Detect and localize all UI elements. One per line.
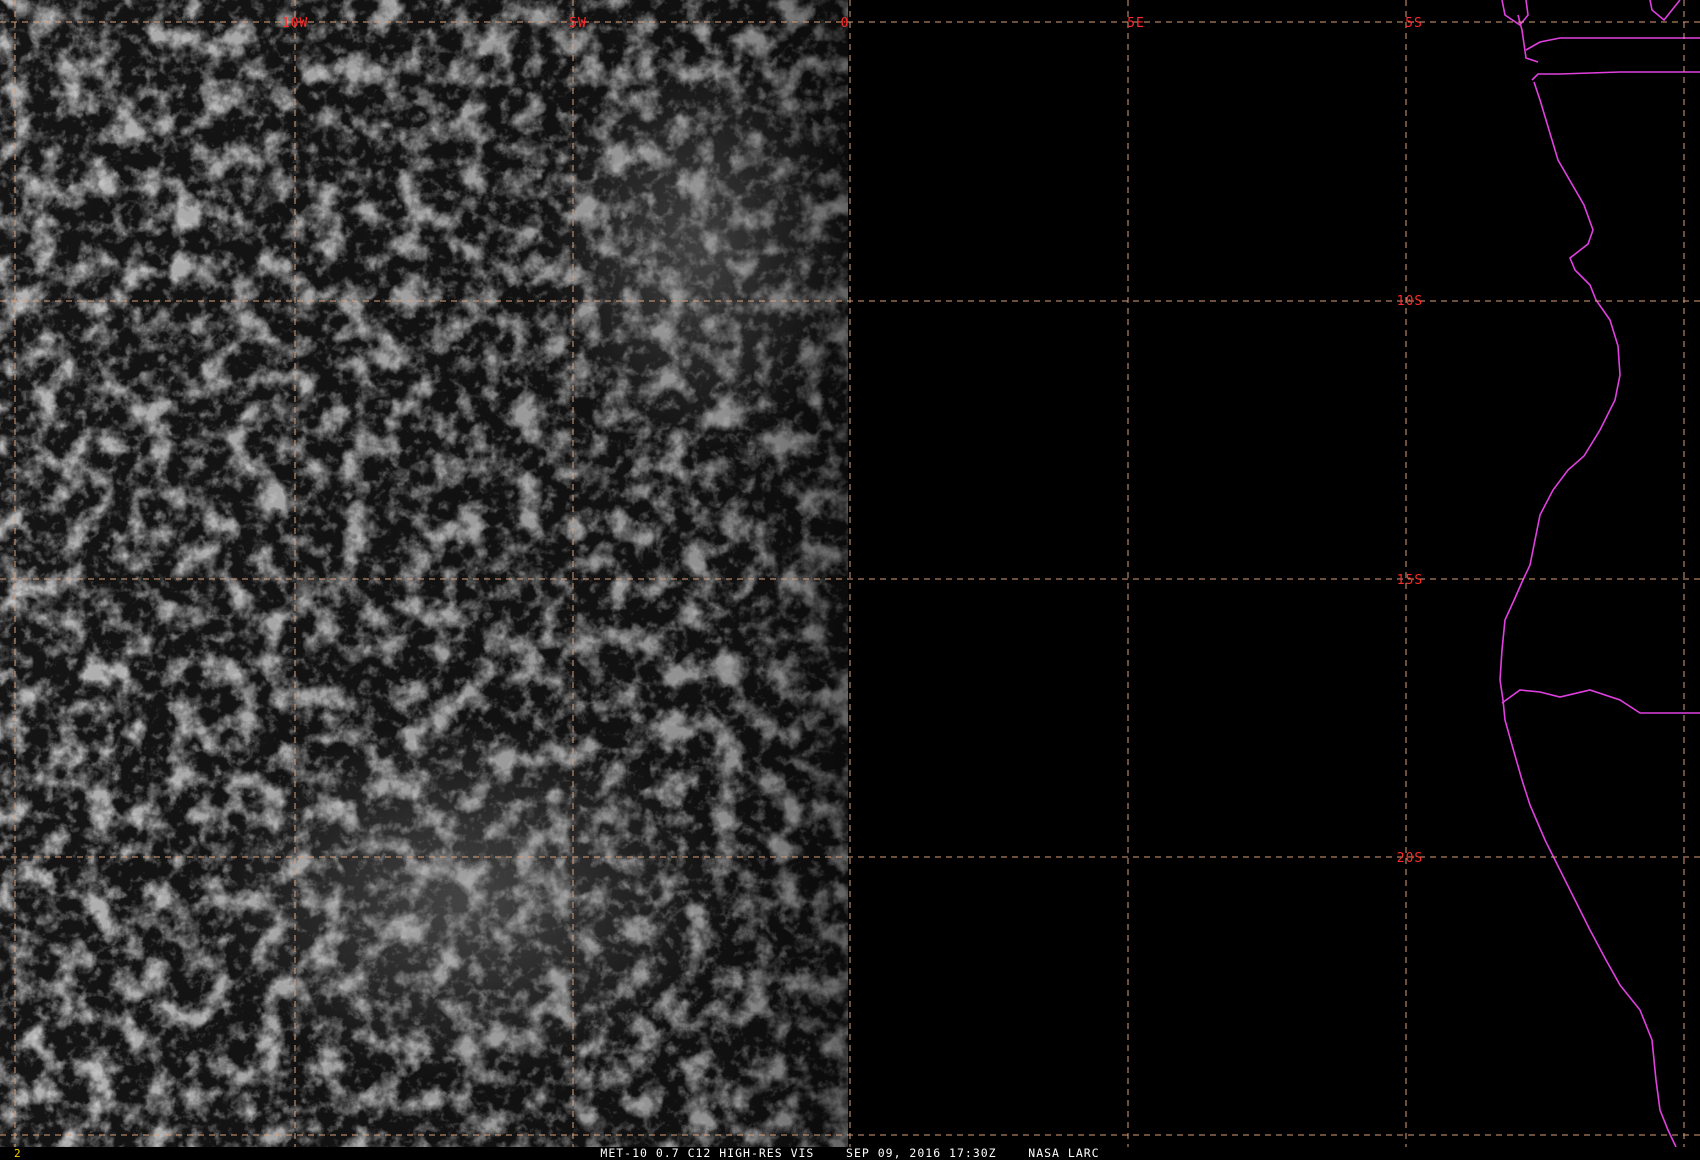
cloud-field xyxy=(0,0,860,1147)
image-caption: MET-10 0.7 C12 HIGH-RES VIS SEP 09, 2016… xyxy=(600,1146,1100,1160)
lat-label-15s: 15S xyxy=(1397,573,1423,588)
lon-label-0: 0 xyxy=(841,16,850,31)
lat-label-20s: 20S xyxy=(1397,851,1423,866)
satellite-viewer: 10W 5W 0 5E 5S 10S 15S 20S 2 MET-10 0.7 … xyxy=(0,0,1700,1160)
lon-label-5e: 5E xyxy=(1127,16,1145,31)
lat-label-10s: 10S xyxy=(1397,294,1423,309)
lon-label-5w: 5W xyxy=(569,16,587,31)
lon-label-10w: 10W xyxy=(282,16,308,31)
lat-label-5s: 5S xyxy=(1405,16,1423,31)
satellite-image: 10W 5W 0 5E 5S 10S 15S 20S xyxy=(0,0,1700,1147)
